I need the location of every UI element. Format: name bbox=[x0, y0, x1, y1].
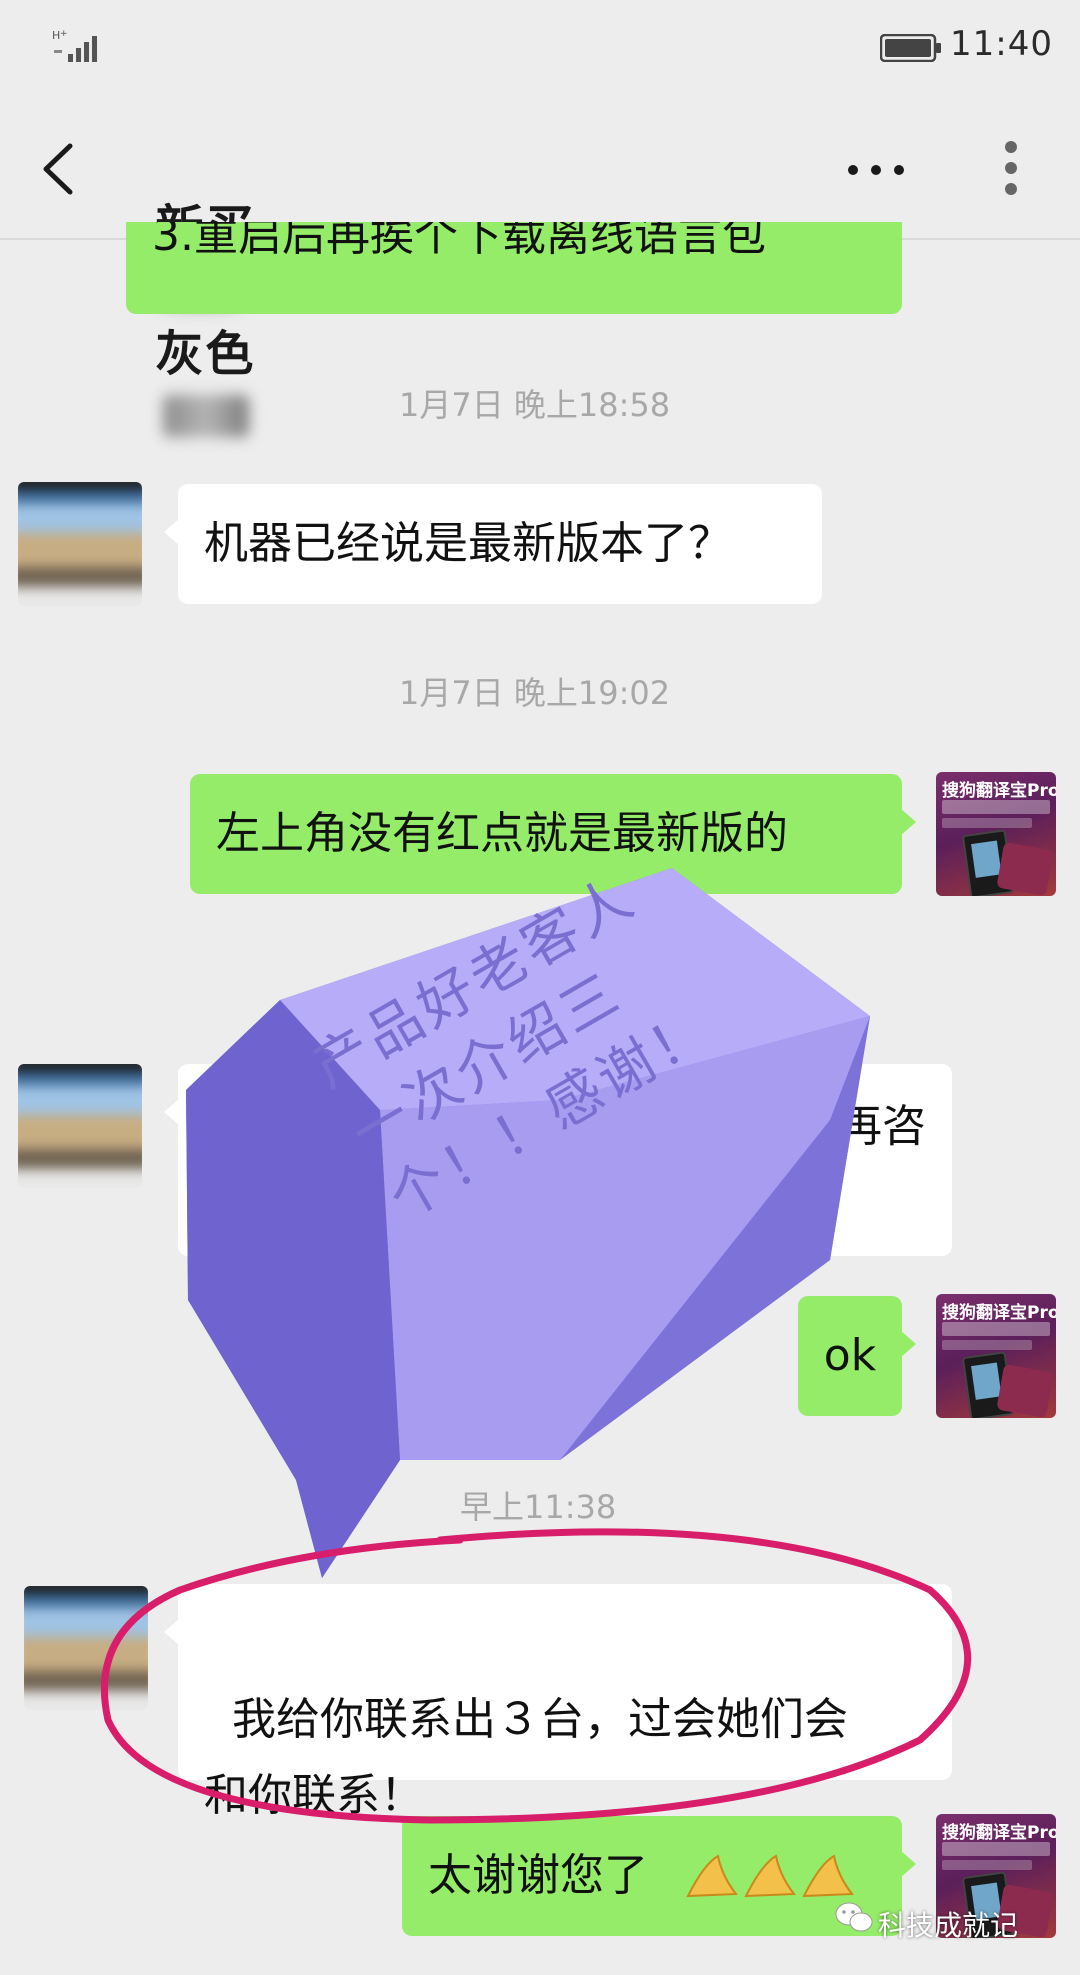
redacted-suffix bbox=[155, 395, 255, 437]
message-text: 3.重启后再挨个下载离线语言包 bbox=[152, 222, 766, 261]
message-bubble-received[interactable]: 机器已经说是最新版本了？ bbox=[164, 484, 822, 604]
message-text: 再咨 bbox=[838, 1101, 926, 1152]
menu-vertical-icon[interactable] bbox=[1002, 140, 1020, 196]
battery-icon bbox=[879, 33, 942, 63]
avatar-brand-label: 搜狗翻译宝Pro bbox=[942, 781, 1056, 801]
message-bubble-sent[interactable]: 左上角没有红点就是最新版的 bbox=[190, 774, 916, 894]
back-arrow-icon[interactable] bbox=[36, 140, 82, 198]
timestamp: 1月7日 晚上18:58 bbox=[399, 386, 671, 424]
message-text: 机器已经说是最新版本了？ bbox=[204, 518, 732, 569]
signal-icon: H + bbox=[52, 28, 106, 64]
watermark-text: 科技成就记 bbox=[878, 1909, 1019, 1942]
avatar-brand-label: 搜狗翻译宝Pro bbox=[942, 1303, 1056, 1323]
status-time: 11:40 bbox=[950, 24, 1053, 64]
message-bubble-received[interactable]: 我给你联系出３台，过会她们会 和你联系！ bbox=[164, 1584, 952, 1821]
message-text: 太谢谢您了 bbox=[428, 1850, 648, 1901]
pray-hands-icon bbox=[686, 1854, 854, 1898]
avatar-brand-label: 搜狗翻译宝Pro bbox=[942, 1823, 1056, 1843]
svg-text:+: + bbox=[60, 29, 68, 39]
message-text: 左上角没有红点就是最新版的 bbox=[216, 808, 788, 859]
wechat-icon bbox=[834, 1900, 874, 1936]
avatar[interactable]: 搜狗翻译宝Pro bbox=[936, 1294, 1056, 1418]
message-bubble-sent[interactable]: ok bbox=[798, 1296, 916, 1416]
timestamp: 1月7日 晚上19:02 bbox=[399, 674, 671, 712]
avatar[interactable] bbox=[24, 1586, 148, 1710]
message-bubble-sent[interactable]: 3.重启后再挨个下载离线语言包 bbox=[126, 222, 902, 314]
avatar[interactable] bbox=[18, 482, 142, 606]
more-dots-icon[interactable] bbox=[846, 162, 906, 176]
message-bubble-sent[interactable]: 太谢谢您了 bbox=[402, 1816, 916, 1936]
message-text: ok bbox=[823, 1330, 877, 1381]
avatar[interactable]: 搜狗翻译宝Pro bbox=[936, 772, 1056, 896]
avatar[interactable] bbox=[18, 1064, 142, 1188]
message-text: 我给你联系出３台，过会她们会 和你联系！ bbox=[204, 1694, 848, 1821]
timestamp: 早上11:38 bbox=[460, 1488, 617, 1526]
